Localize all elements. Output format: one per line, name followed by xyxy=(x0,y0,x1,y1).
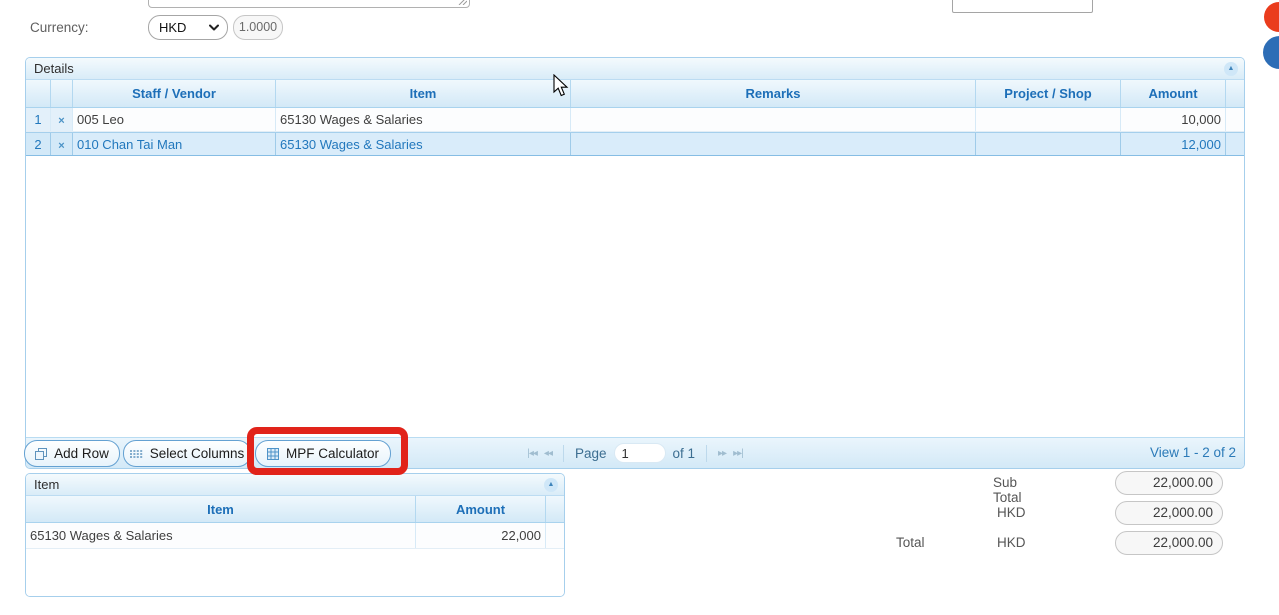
cell-amount[interactable]: 12,000 xyxy=(1121,133,1226,155)
select-columns-icon xyxy=(130,449,143,459)
item-collapse-button[interactable]: ▲ xyxy=(544,478,558,492)
header-delete[interactable] xyxy=(51,80,73,107)
list-item[interactable]: 65130 Wages & Salaries 22,000 xyxy=(26,523,564,549)
of-label: of 1 xyxy=(673,446,696,461)
item-grid-header: Item Amount xyxy=(26,496,564,523)
header-spare xyxy=(1226,80,1244,107)
next-page-icon[interactable]: ▸▸ xyxy=(718,448,726,459)
header-staff-vendor[interactable]: Staff / Vendor xyxy=(73,80,276,107)
add-row-label: Add Row xyxy=(54,446,109,461)
delete-icon: × xyxy=(58,140,64,152)
header-item[interactable]: Item xyxy=(26,496,416,522)
memo-textarea[interactable] xyxy=(148,0,470,8)
calculator-grid-icon xyxy=(267,448,279,460)
chevron-down-icon xyxy=(209,24,219,31)
page-number-input[interactable] xyxy=(614,443,666,463)
table-row-selected[interactable]: 2 × 010 Chan Tai Man 65130 Wages & Salar… xyxy=(26,132,1244,156)
resize-grip-icon[interactable] xyxy=(458,0,467,5)
item-panel-title: Item xyxy=(34,477,544,492)
exchange-rate-field: 1.0000 xyxy=(233,15,283,40)
item-panel-titlebar: Item ▲ xyxy=(26,474,564,496)
cell-item[interactable]: 65130 Wages & Salaries xyxy=(276,108,571,131)
header-rownum[interactable] xyxy=(26,80,51,107)
cell-project[interactable] xyxy=(976,108,1121,131)
pagination-controls: |◂◂ ◂◂ Page of 1 ▸▸ ▸▸| xyxy=(527,443,742,463)
pager-separator xyxy=(563,445,564,462)
header-item[interactable]: Item xyxy=(276,80,571,107)
details-collapse-button[interactable]: ▲ xyxy=(1224,62,1238,76)
collapse-up-icon: ▲ xyxy=(1228,65,1235,72)
select-columns-label: Select Columns xyxy=(150,446,245,461)
pager-separator xyxy=(706,445,707,462)
item-grid-body: 65130 Wages & Salaries 22,000 xyxy=(26,523,564,596)
cell-spare xyxy=(546,523,564,548)
amount-input-topright[interactable] xyxy=(952,0,1093,13)
payment-entry-screen: { "currency_row": { "label": "Currency:"… xyxy=(0,0,1279,615)
subtotal-label: Sub Total xyxy=(993,475,1022,505)
page-label: Page xyxy=(575,446,607,461)
row-number: 1 xyxy=(26,108,51,131)
floating-blue-button[interactable] xyxy=(1263,36,1279,69)
mpf-calculator-button[interactable]: MPF Calculator xyxy=(255,440,391,467)
cell-spare xyxy=(1226,133,1244,155)
cell-staff[interactable]: 005 Leo xyxy=(73,108,276,131)
header-project-shop[interactable]: Project / Shop xyxy=(976,80,1121,107)
currency-select[interactable]: HKD xyxy=(148,15,228,40)
mpf-calculator-label: MPF Calculator xyxy=(286,446,379,461)
cell-amount[interactable]: 10,000 xyxy=(1121,108,1226,131)
cell-remarks[interactable] xyxy=(571,133,976,155)
prev-page-icon[interactable]: ◂◂ xyxy=(544,448,552,459)
table-row[interactable]: 1 × 005 Leo 65130 Wages & Salaries 10,00… xyxy=(26,108,1244,132)
view-range-label: View 1 - 2 of 2 xyxy=(1150,445,1236,460)
details-panel-title: Details xyxy=(34,61,1224,76)
details-grid-body: 1 × 005 Leo 65130 Wages & Salaries 10,00… xyxy=(26,108,1244,437)
cell-amount: 22,000 xyxy=(416,523,546,548)
header-amount[interactable]: Amount xyxy=(416,496,546,522)
collapse-up-icon: ▲ xyxy=(548,481,555,488)
details-grid-header: Staff / Vendor Item Remarks Project / Sh… xyxy=(26,80,1244,108)
currency-label: Currency: xyxy=(30,20,89,35)
details-panel: Details ▲ Staff / Vendor Item Remarks Pr… xyxy=(25,57,1245,469)
cell-project[interactable] xyxy=(976,133,1121,155)
base-currency-field: 22,000.00 xyxy=(1115,501,1223,525)
floating-red-button[interactable] xyxy=(1264,2,1279,32)
details-panel-titlebar: Details ▲ xyxy=(26,58,1244,80)
delete-row-button[interactable]: × xyxy=(51,108,73,131)
cell-remarks[interactable] xyxy=(571,108,976,131)
add-row-icon xyxy=(35,448,47,460)
delete-icon: × xyxy=(58,115,64,127)
add-row-button[interactable]: Add Row xyxy=(24,440,120,467)
header-amount[interactable]: Amount xyxy=(1121,80,1226,107)
total-currency-label: HKD xyxy=(997,535,1026,550)
last-page-icon[interactable]: ▸▸| xyxy=(733,448,743,459)
first-page-icon[interactable]: |◂◂ xyxy=(527,448,537,459)
cell-spare xyxy=(1226,108,1244,131)
base-currency-label: HKD xyxy=(997,505,1026,520)
select-columns-button[interactable]: Select Columns xyxy=(123,440,251,467)
cell-item: 65130 Wages & Salaries xyxy=(26,523,416,548)
total-field: 22,000.00 xyxy=(1115,531,1223,555)
header-remarks[interactable]: Remarks xyxy=(571,80,976,107)
total-label: Total xyxy=(896,535,925,550)
row-number: 2 xyxy=(26,133,51,155)
item-summary-panel: Item ▲ Item Amount 65130 Wages & Salarie… xyxy=(25,473,565,597)
currency-select-value: HKD xyxy=(159,20,209,35)
subtotal-field: 22,000.00 xyxy=(1115,471,1223,495)
header-spare xyxy=(546,496,564,522)
cell-staff[interactable]: 010 Chan Tai Man xyxy=(73,133,276,155)
cell-item[interactable]: 65130 Wages & Salaries xyxy=(276,133,571,155)
delete-row-button[interactable]: × xyxy=(51,133,73,155)
